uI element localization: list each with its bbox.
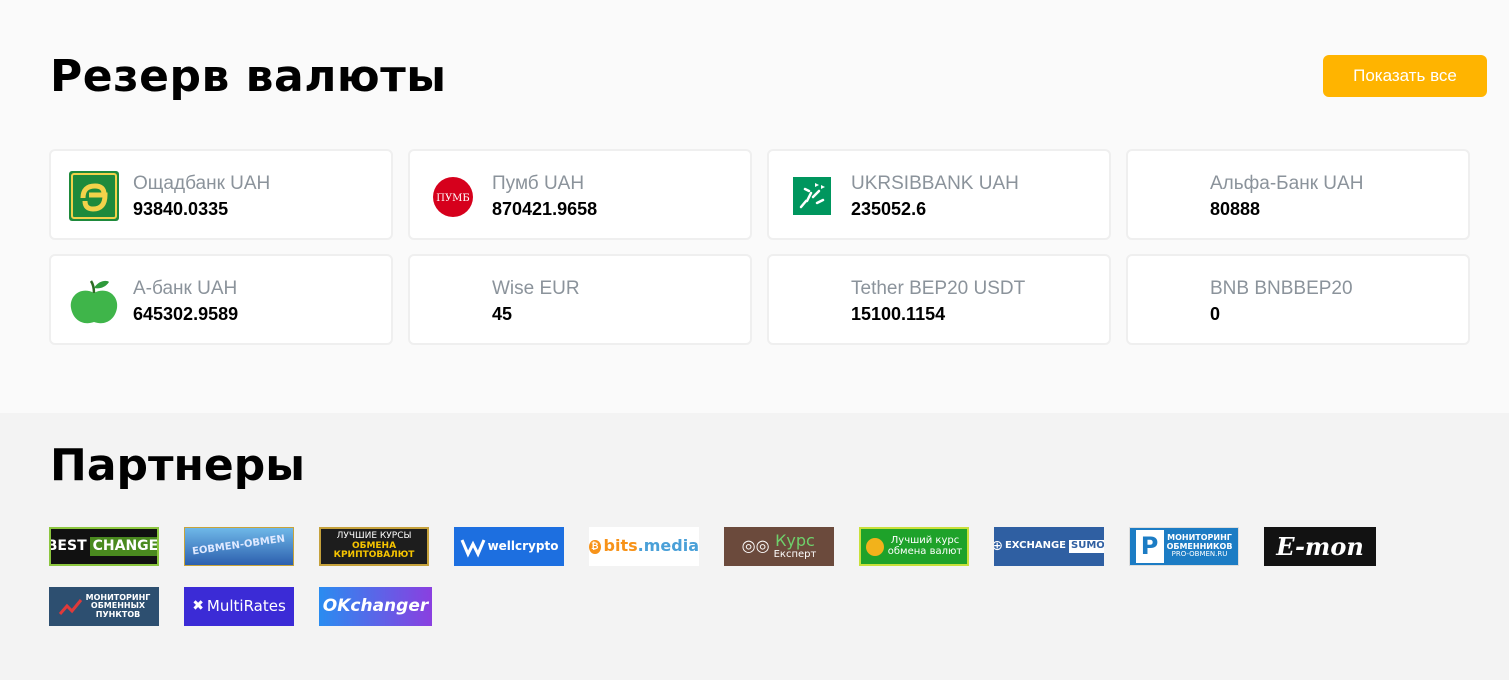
partner-logo-kurs-expert[interactable]: ◎◎ Курс Експерт xyxy=(724,527,834,566)
currency-amount: 93840.0335 xyxy=(133,199,229,219)
partners-title: Партнеры xyxy=(50,440,306,491)
show-all-button[interactable]: Показать все xyxy=(1323,55,1487,97)
currency-name: Альфа-Банк UAH xyxy=(1210,173,1364,194)
partner-logo-eobmen[interactable]: EOBMEN-OBMEN xyxy=(184,527,294,566)
reserve-card[interactable]: BNB BNBBEP20 0 xyxy=(1126,254,1470,345)
magnifier-icon: ⊕ xyxy=(994,538,1003,555)
chart-arrow-icon xyxy=(58,598,82,615)
reserve-title: Резерв валюты xyxy=(50,51,447,102)
currency-name: UKRSIBBANK UAH xyxy=(851,173,1019,194)
partner-logo-luchshie-kursy[interactable]: ЛУЧШИЕ КУРСЫ ОБМЕНА КРИПТОВАЛЮТ xyxy=(319,527,429,566)
coins-icon xyxy=(865,537,884,556)
currency-amount: 235052.6 xyxy=(851,199,927,219)
oschadbank-logo-icon xyxy=(69,171,119,221)
currency-name: А-банк UAH xyxy=(133,278,238,299)
partner-logo-monitoring-punktov[interactable]: МОНИТОРИНГ ОБМЕННЫХ ПУНКТОВ xyxy=(49,587,159,626)
reserve-card[interactable]: Ощадбанк UAH 93840.0335 xyxy=(49,149,393,240)
glasses-icon: ◎◎ xyxy=(741,536,770,556)
partner-logo-pro-obmen[interactable]: P МОНИТОРИНГ ОБМЕННИКОВ PRO-OBMEN.RU xyxy=(1129,527,1239,566)
currency-name: Пумб UAH xyxy=(492,173,585,194)
partners-section: Партнеры BEST CHANGE EOBMEN-OBMEN ЛУЧШИЕ… xyxy=(0,413,1509,680)
partner-logo-bitsmedia[interactable]: ₿ bits .media xyxy=(589,527,699,566)
multirates-x-icon: ✖ xyxy=(192,598,204,615)
currency-amount: 870421.9658 xyxy=(492,199,598,219)
currency-name: Tether BEP20 USDT xyxy=(851,278,1026,299)
currency-reserve-section: Резерв валюты Показать все Ощадбанк UAH … xyxy=(0,0,1509,413)
reserve-cards: Ощадбанк UAH 93840.0335 ПУМБ Пумб UAH 87… xyxy=(49,149,1488,345)
currency-amount: 0 xyxy=(1210,304,1221,324)
currency-amount: 45 xyxy=(492,304,513,324)
partner-logo-exchangesumo[interactable]: ⊕ EXCHANGE SUMO xyxy=(994,527,1104,566)
partner-logo-emon[interactable]: E-mon xyxy=(1264,527,1376,566)
reserve-card[interactable]: Wise EUR 45 xyxy=(408,254,752,345)
currency-amount: 80888 xyxy=(1210,199,1261,219)
reserve-card[interactable]: А-банк UAH 645302.9589 xyxy=(49,254,393,345)
partner-logo-okchanger[interactable]: OKchanger xyxy=(319,587,432,626)
partner-logo-wellcrypto[interactable]: wellcrypto xyxy=(454,527,564,566)
reserve-card[interactable]: UKRSIBBANK UAH 235052.6 xyxy=(767,149,1111,240)
reserve-card[interactable]: Tether BEP20 USDT 15100.1154 xyxy=(767,254,1111,345)
partner-logo-multirates[interactable]: ✖ MultiRates xyxy=(184,587,294,626)
bitcoin-icon: ₿ xyxy=(589,539,601,554)
partner-logo-bestchange[interactable]: BEST CHANGE xyxy=(49,527,159,566)
reserve-card[interactable]: Альфа-Банк UAH 80888 xyxy=(1126,149,1470,240)
wellcrypto-w-icon xyxy=(460,538,485,558)
currency-amount: 645302.9589 xyxy=(133,304,239,324)
svg-text:ПУМБ: ПУМБ xyxy=(436,193,470,204)
reserve-card[interactable]: ПУМБ Пумб UAH 870421.9658 xyxy=(408,149,752,240)
pumb-logo-icon: ПУМБ xyxy=(428,171,478,221)
currency-name: BNB BNBBEP20 xyxy=(1210,278,1353,299)
partner-logo-luchshiy-kurs[interactable]: Лучший курс обмена валют xyxy=(859,527,969,566)
abank-apple-icon xyxy=(69,276,119,326)
currency-name: Wise EUR xyxy=(492,278,580,299)
p-letter-icon: P xyxy=(1135,530,1164,563)
currency-amount: 15100.1154 xyxy=(851,304,946,324)
currency-name: Ощадбанк UAH xyxy=(133,173,271,194)
ukrsibbank-logo-icon xyxy=(787,171,837,221)
